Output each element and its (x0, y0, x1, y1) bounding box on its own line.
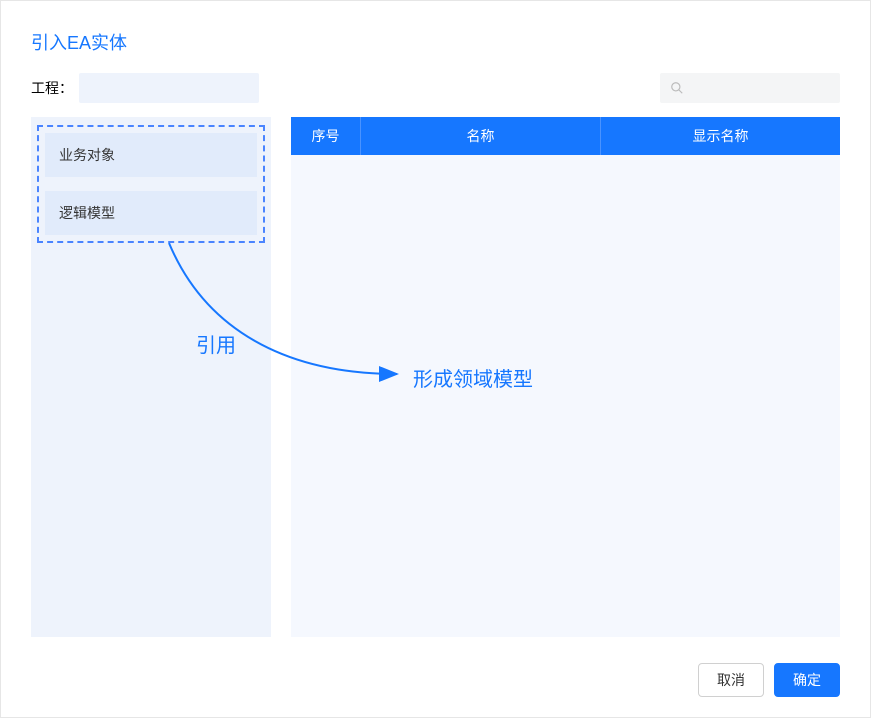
sidebar-items-group: 业务对象 逻辑模型 (37, 125, 265, 243)
import-ea-entity-dialog: 引入EA实体 工程： 业务对象 逻辑模型 序 (0, 0, 871, 718)
search-icon (670, 81, 684, 95)
project-label: 工程： (31, 78, 73, 98)
dialog-footer: 取消 确定 (698, 663, 840, 697)
search-input[interactable] (660, 73, 840, 103)
toolbar: 工程： (31, 73, 840, 103)
confirm-button[interactable]: 确定 (774, 663, 840, 697)
column-header-index: 序号 (291, 117, 361, 155)
project-input[interactable] (79, 73, 259, 103)
annotation-reference-label: 引用 (196, 329, 236, 358)
table-header: 序号 名称 显示名称 (291, 117, 840, 155)
project-field-group: 工程： (31, 73, 259, 103)
main-panel: 序号 名称 显示名称 (291, 117, 840, 637)
sidebar-item-label: 逻辑模型 (59, 205, 115, 221)
sidebar: 业务对象 逻辑模型 (31, 117, 271, 637)
sidebar-item-label: 业务对象 (59, 147, 115, 163)
dialog-title: 引入EA实体 (31, 29, 840, 55)
sidebar-item-logical-model[interactable]: 逻辑模型 (45, 191, 257, 235)
annotation-result-label: 形成领域模型 (413, 363, 533, 392)
cancel-button[interactable]: 取消 (698, 663, 764, 697)
column-header-display-name: 显示名称 (601, 117, 840, 155)
column-header-name: 名称 (361, 117, 601, 155)
sidebar-item-business-object[interactable]: 业务对象 (45, 133, 257, 177)
